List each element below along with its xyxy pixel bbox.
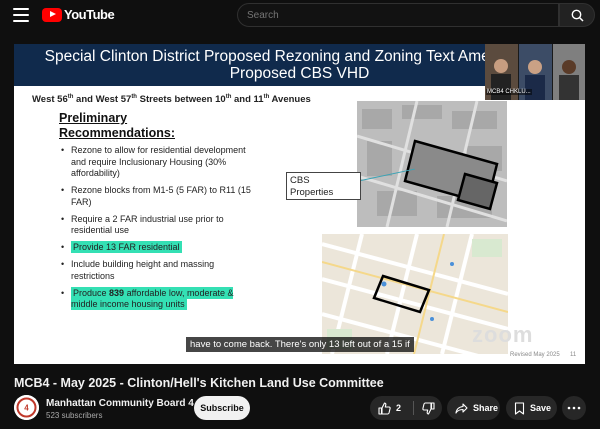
- menu-icon[interactable]: [13, 8, 29, 22]
- thumbs-down-icon: [421, 401, 435, 415]
- youtube-logo[interactable]: YouTube: [42, 7, 115, 22]
- participant-thumbnails: MCB4 CHKLU...: [485, 44, 585, 100]
- participant-video: [553, 44, 585, 100]
- logo-text: YouTube: [64, 7, 115, 22]
- like-button[interactable]: 2: [370, 396, 413, 420]
- top-bar: YouTube: [0, 0, 600, 30]
- cbs-properties-label: CBS Properties: [286, 172, 361, 200]
- youtube-play-icon: [42, 7, 62, 22]
- dislike-button[interactable]: [414, 396, 442, 420]
- list-item: Produce 839 affordable low, moderate & m…: [61, 286, 255, 311]
- bookmark-icon: [514, 401, 525, 415]
- aerial-map: [357, 101, 507, 227]
- participant-label: MCB4 CHKLU...: [486, 89, 532, 95]
- video-title: MCB4 - May 2025 - Clinton/Hell's Kitchen…: [14, 376, 384, 390]
- channel-avatar[interactable]: 4: [14, 395, 39, 420]
- list-item: Rezone blocks from M1-5 (5 FAR) to R11 (…: [61, 185, 255, 208]
- slide-subtitle: West 56th and West 57th Streets between …: [32, 94, 311, 106]
- save-label: Save: [530, 403, 552, 413]
- list-item: Include building height and massing rest…: [61, 259, 255, 282]
- subscribe-button[interactable]: Subscribe: [194, 396, 250, 420]
- save-button[interactable]: Save: [506, 396, 557, 420]
- list-item: Require a 2 FAR industrial use prior to …: [61, 214, 255, 237]
- thumbs-up-icon: [378, 401, 391, 415]
- subscriber-count: 523 subscribers: [46, 411, 103, 420]
- list-item: Rezone to allow for residential developm…: [61, 145, 255, 180]
- like-count: 2: [396, 403, 402, 413]
- revised-date: Revised May 2025: [510, 352, 560, 358]
- more-actions-button[interactable]: [562, 396, 586, 420]
- channel-name[interactable]: Manhattan Community Board 4: [46, 398, 194, 409]
- search-box: [237, 3, 559, 27]
- search-input[interactable]: [238, 4, 558, 26]
- svg-text:4: 4: [24, 404, 29, 413]
- search-icon: [571, 9, 584, 22]
- search-button[interactable]: [559, 3, 595, 27]
- list-item: Provide 13 FAR residential: [61, 241, 255, 254]
- zoom-watermark: zoom: [472, 322, 534, 347]
- slide-page-number: 11: [570, 352, 577, 358]
- closed-caption: have to come back. There's only 13 left …: [186, 337, 414, 352]
- share-icon: [455, 402, 468, 414]
- recommendations-title: Preliminary Recommendations:: [59, 111, 175, 140]
- more-icon: [567, 406, 581, 410]
- video-player[interactable]: Special Clinton District Proposed Rezoni…: [14, 44, 585, 364]
- share-button[interactable]: Share: [447, 396, 500, 420]
- share-label: Share: [473, 403, 499, 413]
- like-dislike-group: 2: [370, 396, 442, 420]
- recommendations-list: Rezone to allow for residential developm…: [61, 145, 255, 316]
